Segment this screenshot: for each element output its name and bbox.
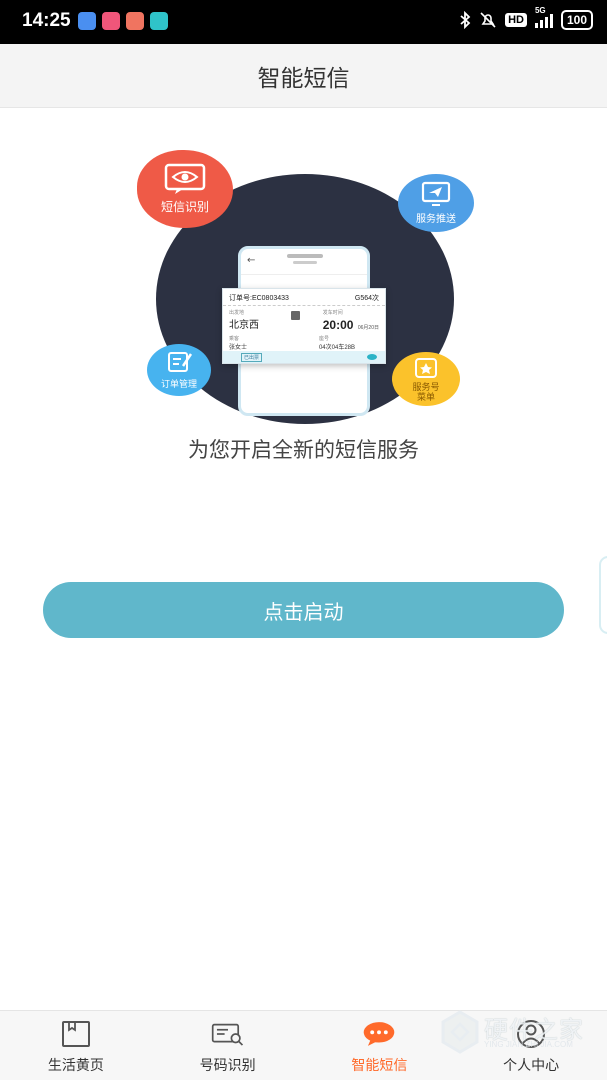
ticket-order-number: 订单号:EC0803433	[229, 295, 289, 302]
sms-recognition-label: 短信识别	[160, 200, 209, 214]
network-label: 5G	[534, 6, 546, 15]
notification-icons	[78, 12, 168, 30]
status-bar: 14:25 HD 5G 100	[0, 0, 607, 44]
ticket-status-tag: 已出票	[241, 353, 263, 362]
chat-bubble-icon	[362, 1019, 396, 1049]
edit-list-icon	[168, 352, 193, 372]
ticket-passenger-label: 乘客	[229, 336, 240, 342]
system-icons: HD 5G 100	[459, 6, 593, 30]
ticket-depart-value: 北京西	[229, 320, 259, 331]
watermark-subtext: YING JIAN ZHI JIA.COM	[484, 1040, 573, 1049]
order-management-label: 订单管理	[160, 380, 197, 390]
calendar-notification-icon	[126, 12, 144, 30]
ticket-train-number: G564次	[354, 295, 379, 302]
mute-bell-icon	[479, 10, 497, 30]
nav-item-yellow-pages[interactable]: 生活黄页	[0, 1011, 152, 1080]
send-monitor-icon	[421, 181, 451, 206]
book-icon	[59, 1019, 93, 1049]
start-button[interactable]: 点击启动	[43, 582, 564, 638]
status-time: 14:25	[22, 10, 71, 31]
service-menu-label: 服务号 菜单	[412, 382, 440, 403]
eye-icon	[367, 354, 377, 360]
nav-label-yellow-pages: 生活黄页	[47, 1058, 104, 1074]
ticket-seat-label: 座号	[318, 336, 329, 342]
hd-badge: HD	[505, 13, 527, 27]
service-push-bubble: 服务推送	[398, 174, 474, 232]
nav-label-number-recognition: 号码识别	[199, 1058, 256, 1074]
bluetooth-icon	[459, 10, 471, 30]
ticket-time-value: 20:00	[322, 318, 354, 332]
nav-label-smart-sms: 智能短信	[351, 1058, 408, 1074]
nav-item-number-recognition[interactable]: 号码识别	[152, 1011, 304, 1080]
back-arrow-icon: ←	[247, 255, 256, 266]
battery-indicator: 100	[560, 10, 593, 30]
message-notification-icon	[102, 12, 120, 30]
watermark: 硬件之家 YING JIAN ZHI JIA.COM	[440, 1008, 600, 1056]
usb-notification-icon	[150, 12, 168, 30]
app-notification-icon	[78, 12, 96, 30]
service-menu-bubble: 服务号 菜单	[392, 352, 460, 406]
ticket-time-label: 发车时间	[322, 310, 343, 316]
eye-screen-icon	[164, 163, 206, 194]
sms-recognition-bubble: 短信识别	[137, 150, 233, 228]
ticket-depart-label: 出发地	[229, 310, 245, 316]
ticket-date-value: 06月20日	[357, 325, 379, 331]
order-management-bubble: 订单管理	[147, 344, 211, 396]
hexagon-logo-icon	[441, 1010, 479, 1054]
train-icon	[291, 311, 300, 320]
star-box-icon	[415, 357, 437, 378]
service-push-label: 服务推送	[416, 214, 456, 225]
page-title: 智能短信	[257, 65, 350, 92]
floating-side-handle[interactable]	[599, 556, 607, 634]
title-bar: 智能短信	[0, 44, 607, 108]
ticket-card: 订单号:EC0803433 G564次 出发地 北京西 发车时间 20:00 0…	[222, 288, 386, 364]
slogan-text: 为您开启全新的短信服务	[188, 438, 419, 462]
ticket-passenger-value: 张女士	[229, 345, 248, 351]
id-card-search-icon	[211, 1019, 245, 1049]
nav-label-personal-center: 个人中心	[503, 1058, 560, 1074]
signal-icon: 5G	[534, 6, 553, 28]
hero-illustration: ← 订单号:EC0803433 G564次 出发地 北京西 发车时间 20:00…	[0, 108, 607, 528]
ticket-seat-value: 04次04车28B	[318, 345, 355, 351]
nav-item-smart-sms[interactable]: 智能短信	[304, 1011, 456, 1080]
